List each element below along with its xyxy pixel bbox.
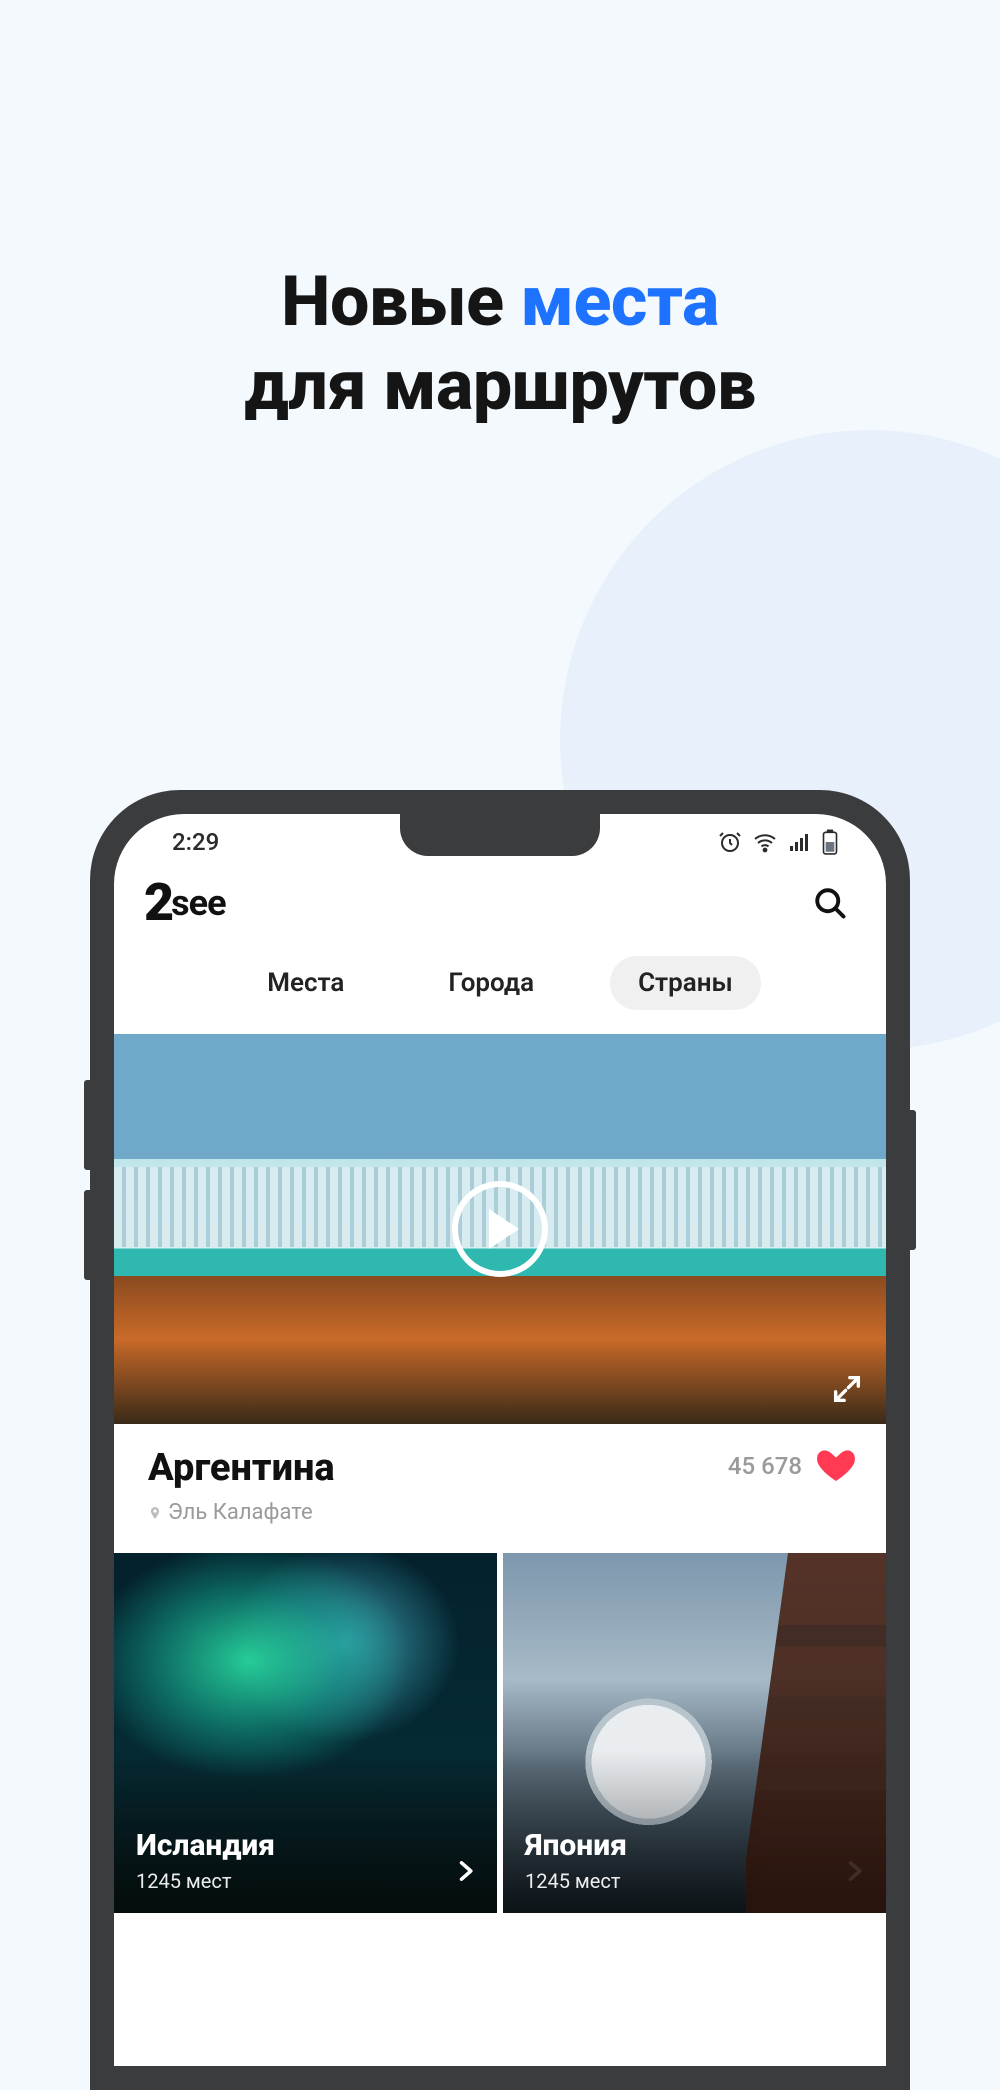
app-header: 2see	[114, 870, 886, 930]
headline-accent: места	[521, 261, 719, 343]
status-icons	[718, 829, 838, 855]
phone-frame: 2:29 2see Места Города Страны	[90, 790, 910, 2090]
hero-meta: Аргентина Эль Калафате 45 678	[114, 1424, 886, 1553]
logo-prefix: 2	[144, 882, 173, 924]
pin-icon	[148, 1503, 162, 1523]
alarm-icon	[718, 830, 742, 854]
status-time: 2:29	[172, 828, 219, 856]
like-count: 45 678	[728, 1452, 802, 1480]
card-title: Исландия	[136, 1828, 437, 1863]
card-subtitle: 1245 мест	[136, 1869, 437, 1893]
search-icon[interactable]	[812, 885, 848, 921]
hero-title: Аргентина	[148, 1446, 335, 1490]
heart-icon[interactable]	[816, 1446, 856, 1486]
grid-card-iceland[interactable]: Исландия 1245 мест	[114, 1553, 497, 1913]
card-info: Япония 1245 мест	[525, 1828, 826, 1893]
tab-places[interactable]: Места	[239, 956, 372, 1010]
battery-icon	[822, 829, 838, 855]
chevron-right-icon[interactable]	[451, 1857, 479, 1885]
destination-grid: Исландия 1245 мест Япония 1245 мест	[114, 1553, 886, 1913]
phone-notch	[400, 814, 600, 856]
tab-countries[interactable]: Страны	[610, 956, 761, 1010]
phone-screen: 2:29 2see Места Города Страны	[114, 814, 886, 2066]
hero-location-text: Эль Калафате	[168, 1500, 313, 1525]
play-button[interactable]	[452, 1181, 548, 1277]
card-info: Исландия 1245 мест	[136, 1828, 437, 1893]
tab-cities[interactable]: Города	[420, 956, 562, 1010]
logo-text: see	[171, 882, 225, 924]
hero-video-card[interactable]	[114, 1034, 886, 1424]
signal-icon	[788, 830, 812, 854]
grid-card-japan[interactable]: Япония 1245 мест	[503, 1553, 886, 1913]
expand-icon	[830, 1372, 864, 1406]
category-tabs: Места Города Страны	[114, 930, 886, 1034]
marketing-headline: Новые места для маршрутов	[0, 260, 1000, 428]
hero-meta-left: Аргентина Эль Калафате	[148, 1446, 335, 1525]
hero-location: Эль Калафате	[148, 1500, 335, 1525]
app-logo: 2see	[144, 882, 226, 924]
headline-text-post: для маршрутов	[244, 345, 756, 427]
headline-text-pre: Новые	[281, 261, 520, 343]
expand-button[interactable]	[830, 1372, 864, 1406]
card-subtitle: 1245 мест	[525, 1869, 826, 1893]
hero-meta-right: 45 678	[728, 1446, 856, 1486]
play-icon	[489, 1209, 519, 1249]
chevron-right-icon[interactable]	[840, 1857, 868, 1885]
card-title: Япония	[525, 1828, 826, 1863]
wifi-icon	[752, 830, 778, 854]
